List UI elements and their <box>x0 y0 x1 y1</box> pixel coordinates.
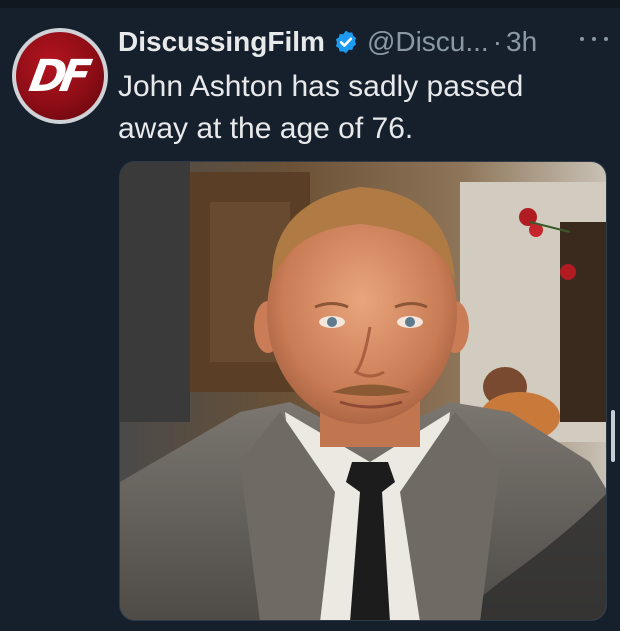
verified-badge-icon <box>335 30 357 54</box>
tweet-media-photo[interactable] <box>119 161 607 621</box>
display-name[interactable]: DiscussingFilm <box>118 26 325 58</box>
top-divider <box>0 0 620 8</box>
more-dot <box>604 37 608 41</box>
tweet-text: John Ashton has sadly passed away at the… <box>118 70 524 145</box>
photo-illustration <box>120 162 606 620</box>
handle[interactable]: @Discu... <box>367 26 489 58</box>
timestamp[interactable]: 3h <box>506 26 537 58</box>
tweet-header: DiscussingFilm @Discu... · 3h <box>118 22 537 62</box>
scrollbar-thumb[interactable] <box>611 410 615 462</box>
avatar-logo: DF <box>25 50 89 102</box>
more-dot <box>592 37 596 41</box>
separator-dot: · <box>492 26 503 57</box>
more-options-icon[interactable] <box>580 34 608 44</box>
more-dot <box>580 37 584 41</box>
avatar[interactable]: DF <box>12 28 108 124</box>
